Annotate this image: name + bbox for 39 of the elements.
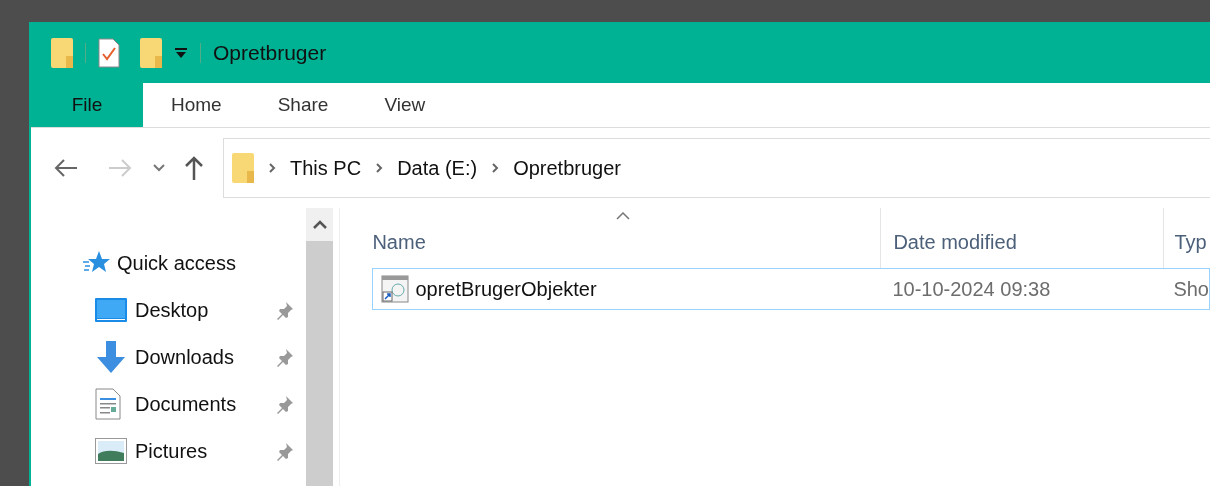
- file-name: opretBrugerObjekter: [415, 277, 597, 302]
- chevron-right-icon: [491, 162, 500, 174]
- column-header[interactable]: Date modified: [893, 227, 1017, 257]
- scrollbar[interactable]: [305, 208, 334, 486]
- chevron-right-icon: [268, 162, 276, 174]
- scroll-up-icon[interactable]: [312, 220, 327, 229]
- down-arrow-icon: [95, 341, 127, 373]
- column-header[interactable]: Typ: [1174, 227, 1207, 257]
- chevron-down-icon[interactable]: [153, 164, 165, 172]
- sidebar-item[interactable]: Desktop: [135, 295, 275, 325]
- ribbon-tab[interactable]: File: [31, 83, 143, 127]
- window-title: Opretbruger: [213, 39, 327, 66]
- sidebar-item[interactable]: Downloads: [135, 342, 275, 372]
- folder-icon[interactable]: [51, 37, 73, 68]
- table-cell-text: Sho: [1172, 277, 1209, 302]
- breadcrumb-item[interactable]: Data (E:): [397, 153, 478, 183]
- chevron-right-icon: [375, 162, 384, 174]
- up-arrow-icon[interactable]: [183, 155, 205, 181]
- document-icon: [95, 388, 121, 420]
- breadcrumb-item[interactable]: Opretbruger: [513, 153, 621, 183]
- folder-icon[interactable]: [140, 37, 162, 68]
- pin-icon[interactable]: [275, 441, 295, 461]
- dropdown-icon[interactable]: [174, 46, 188, 59]
- address-bar[interactable]: This PC Data (E:) Opretbruger: [223, 138, 1210, 198]
- file-row[interactable]: opretBrugerObjekter 10-10-2024 09:38 Sho: [372, 268, 1210, 310]
- sidebar-item[interactable]: Documents: [135, 389, 275, 419]
- shortcut-icon: [381, 275, 410, 303]
- forward-icon[interactable]: [107, 158, 133, 178]
- monitor-icon: [95, 298, 127, 322]
- pin-icon[interactable]: [275, 300, 295, 320]
- sidebar-item[interactable]: Pictures: [135, 436, 275, 466]
- pin-icon[interactable]: [275, 394, 295, 414]
- breadcrumb-item[interactable]: This PC: [290, 153, 362, 183]
- pin-icon[interactable]: [275, 347, 295, 367]
- table-cell-text: 10-10-2024 09:38: [891, 277, 1052, 302]
- checklist-icon[interactable]: [98, 37, 120, 68]
- landscape-icon: [95, 438, 127, 464]
- column-header[interactable]: Name: [372, 227, 426, 257]
- sidebar-heading[interactable]: Quick access: [117, 248, 236, 278]
